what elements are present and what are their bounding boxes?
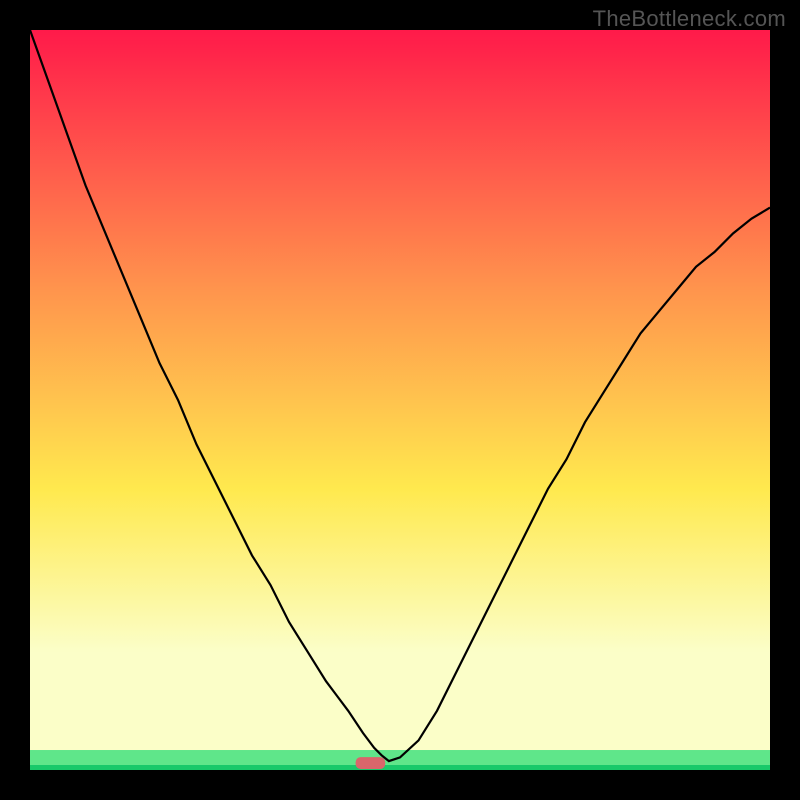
watermark-text: TheBottleneck.com [593, 6, 786, 32]
plot-area [30, 30, 770, 770]
bottleneck-curve-chart [30, 30, 770, 770]
baseline-green-strip [30, 765, 770, 770]
pale-band [30, 652, 770, 750]
bottleneck-marker [356, 757, 386, 769]
chart-frame: TheBottleneck.com [0, 0, 800, 800]
